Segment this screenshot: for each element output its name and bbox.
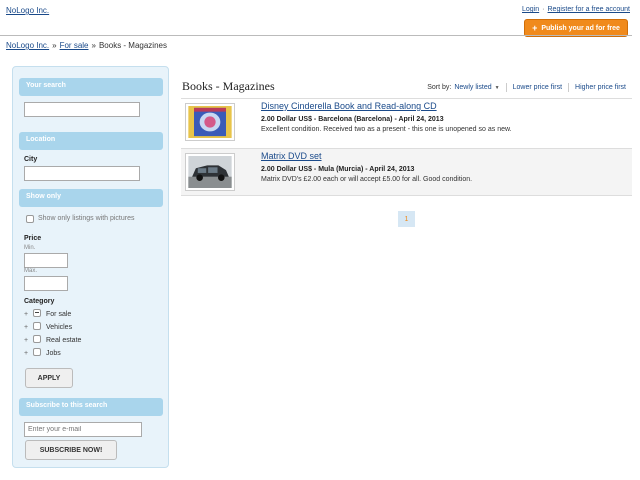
header-divider [0, 35, 632, 36]
subscribe-email-input[interactable] [24, 422, 142, 437]
breadcrumb-home[interactable]: NoLogo Inc. [6, 41, 49, 50]
divider [568, 83, 570, 92]
show-only-heading: Show only [19, 189, 163, 207]
publish-ad-label: Publish your ad for free [541, 24, 620, 32]
link-separator: · [542, 6, 545, 13]
listing-meta: 2.00 Dollar US$ - Mula (Murcia) - April … [261, 166, 415, 173]
sort-bar: Sort by: Newly listed ▼ Lower price firs… [427, 83, 626, 92]
listing-description: Matrix DVD's £2.00 each or will accept £… [261, 176, 473, 183]
account-links: Login · Register for a free account [522, 6, 630, 13]
breadcrumb: NoLogo Inc.» For sale» Books - Magazines [6, 41, 167, 50]
location-heading: Location [19, 132, 163, 150]
pictures-only-label: Show only listings with pictures [38, 215, 135, 222]
listing-row: Disney Cinderella Book and Read-along CD… [181, 98, 632, 146]
listing-meta: 2.00 Dollar US$ - Barcelona (Barcelona) … [261, 116, 444, 123]
car-thumbnail-image [188, 156, 232, 188]
breadcrumb-current: Books - Magazines [98, 41, 167, 50]
expand-icon[interactable]: + [24, 337, 28, 344]
search-input[interactable] [24, 102, 140, 117]
category-label-for-sale: For sale [46, 311, 72, 318]
min-price-input[interactable] [24, 253, 68, 268]
expand-icon[interactable]: + [24, 324, 28, 331]
pictures-only-checkbox[interactable] [26, 215, 34, 223]
expand-icon[interactable]: + [24, 350, 28, 357]
max-price-label: Max. [24, 268, 38, 274]
chevron-down-icon[interactable]: ▼ [495, 85, 500, 91]
sort-dropdown[interactable]: Newly listed [454, 84, 491, 91]
category-checkbox-vehicles[interactable] [33, 322, 41, 330]
listing-title-link[interactable]: Matrix DVD set [261, 151, 322, 161]
pagination-current-page[interactable]: 1 [398, 211, 415, 227]
register-link[interactable]: Register for a free account [548, 6, 631, 13]
site-logo-link[interactable]: NoLogo Inc. [6, 6, 49, 15]
listing-thumbnail[interactable] [185, 103, 235, 141]
search-sidebar: Your search Location City Show only Show… [12, 66, 169, 468]
apply-button[interactable]: APPLY [25, 368, 73, 388]
category-checkbox-real-estate[interactable] [33, 335, 41, 343]
listing-title-link[interactable]: Disney Cinderella Book and Read-along CD [261, 101, 437, 111]
book-thumbnail-image [188, 106, 232, 138]
breadcrumb-for-sale[interactable]: For sale [60, 41, 89, 50]
listing-description: Excellent condition. Received two as a p… [261, 126, 512, 133]
your-search-heading: Your search [19, 78, 163, 96]
city-input[interactable] [24, 166, 140, 181]
sort-label: Sort by: [427, 84, 452, 91]
category-label-vehicles: Vehicles [46, 324, 73, 331]
plus-icon: + [532, 23, 538, 33]
category-label-real-estate: Real estate [46, 337, 82, 344]
page-title: Books - Magazines [182, 79, 275, 93]
subscribe-button[interactable]: SUBSCRIBE NOW! [25, 440, 117, 460]
breadcrumb-separator: » [52, 41, 57, 50]
city-label: City [24, 156, 38, 163]
max-price-input[interactable] [24, 276, 68, 291]
listing-thumbnail[interactable] [185, 153, 235, 191]
listing-row: Matrix DVD set 2.00 Dollar US$ - Mula (M… [181, 148, 632, 196]
sort-higher-price-link[interactable]: Higher price first [575, 84, 626, 91]
category-label: Category [24, 298, 55, 305]
category-label-jobs: Jobs [46, 350, 61, 357]
price-label: Price [24, 235, 42, 242]
expand-icon[interactable]: + [24, 311, 28, 318]
min-price-label: Min. [24, 245, 36, 251]
login-link[interactable]: Login [522, 6, 539, 13]
divider [505, 83, 507, 92]
breadcrumb-separator: » [91, 41, 96, 50]
subscribe-heading: Subscribe to this search [19, 398, 163, 416]
category-checkbox-jobs[interactable] [33, 348, 41, 356]
category-checkbox-for-sale[interactable] [33, 309, 41, 317]
sort-lower-price-link[interactable]: Lower price first [513, 84, 562, 91]
